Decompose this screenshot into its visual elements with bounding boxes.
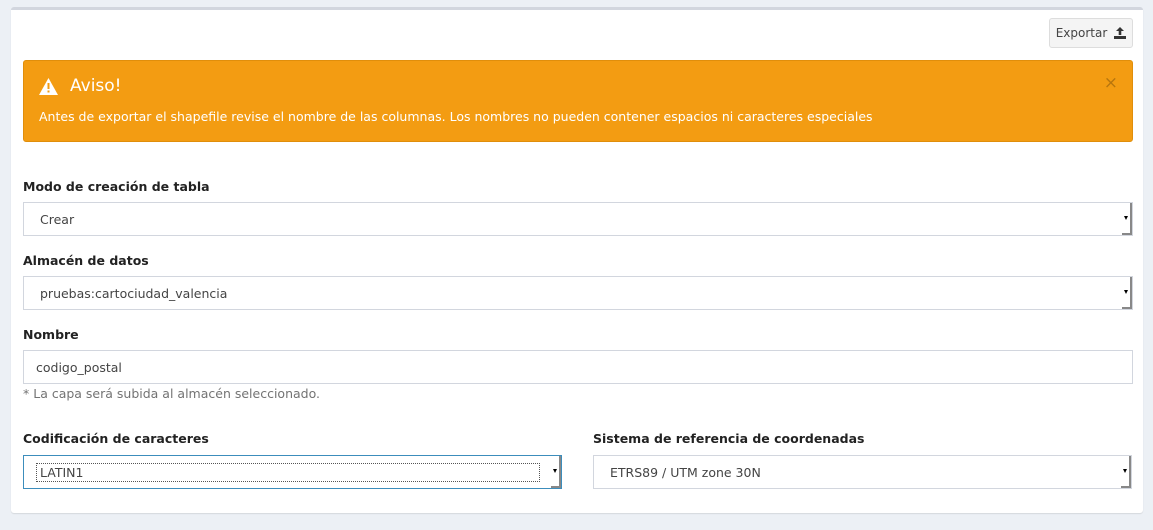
table-mode-select[interactable]: Crear xyxy=(23,202,1133,236)
export-button-label: Exportar xyxy=(1055,26,1108,40)
close-icon[interactable]: × xyxy=(1104,75,1118,92)
name-input-value: codigo_postal xyxy=(36,359,122,375)
warning-icon xyxy=(39,77,58,95)
encoding-value: LATIN1 xyxy=(36,462,540,482)
encoding-label: Codificación de caracteres xyxy=(23,431,209,446)
export-button[interactable]: Exportar xyxy=(1049,18,1133,48)
table-mode-label: Modo de creación de tabla xyxy=(23,179,210,194)
chevron-down-icon xyxy=(551,456,561,488)
crs-select[interactable]: ETRS89 / UTM zone 30N xyxy=(593,455,1132,489)
crs-label: Sistema de referencia de coordenadas xyxy=(593,431,865,446)
alert-title: Aviso! xyxy=(70,76,122,96)
datastore-label: Almacén de datos xyxy=(23,253,149,268)
chevron-down-icon xyxy=(1122,277,1132,309)
warning-alert: Aviso! Antes de exportar el shapefile re… xyxy=(23,60,1133,142)
chevron-down-icon xyxy=(1121,456,1131,488)
chevron-down-icon xyxy=(1122,203,1132,235)
encoding-select[interactable]: LATIN1 xyxy=(23,455,562,489)
name-help-text: * La capa será subida al almacén selecci… xyxy=(23,386,320,401)
datastore-select[interactable]: pruebas:cartociudad_valencia xyxy=(23,276,1133,310)
datastore-value: pruebas:cartociudad_valencia xyxy=(40,285,228,301)
table-mode-value: Crear xyxy=(40,211,75,227)
name-input[interactable]: codigo_postal xyxy=(23,350,1133,384)
name-label: Nombre xyxy=(23,327,79,342)
upload-icon xyxy=(1114,27,1127,39)
crs-value: ETRS89 / UTM zone 30N xyxy=(610,464,761,480)
alert-message: Antes de exportar el shapefile revise el… xyxy=(39,109,873,124)
export-panel: Exportar Aviso! Antes de exportar el sha… xyxy=(11,7,1143,513)
